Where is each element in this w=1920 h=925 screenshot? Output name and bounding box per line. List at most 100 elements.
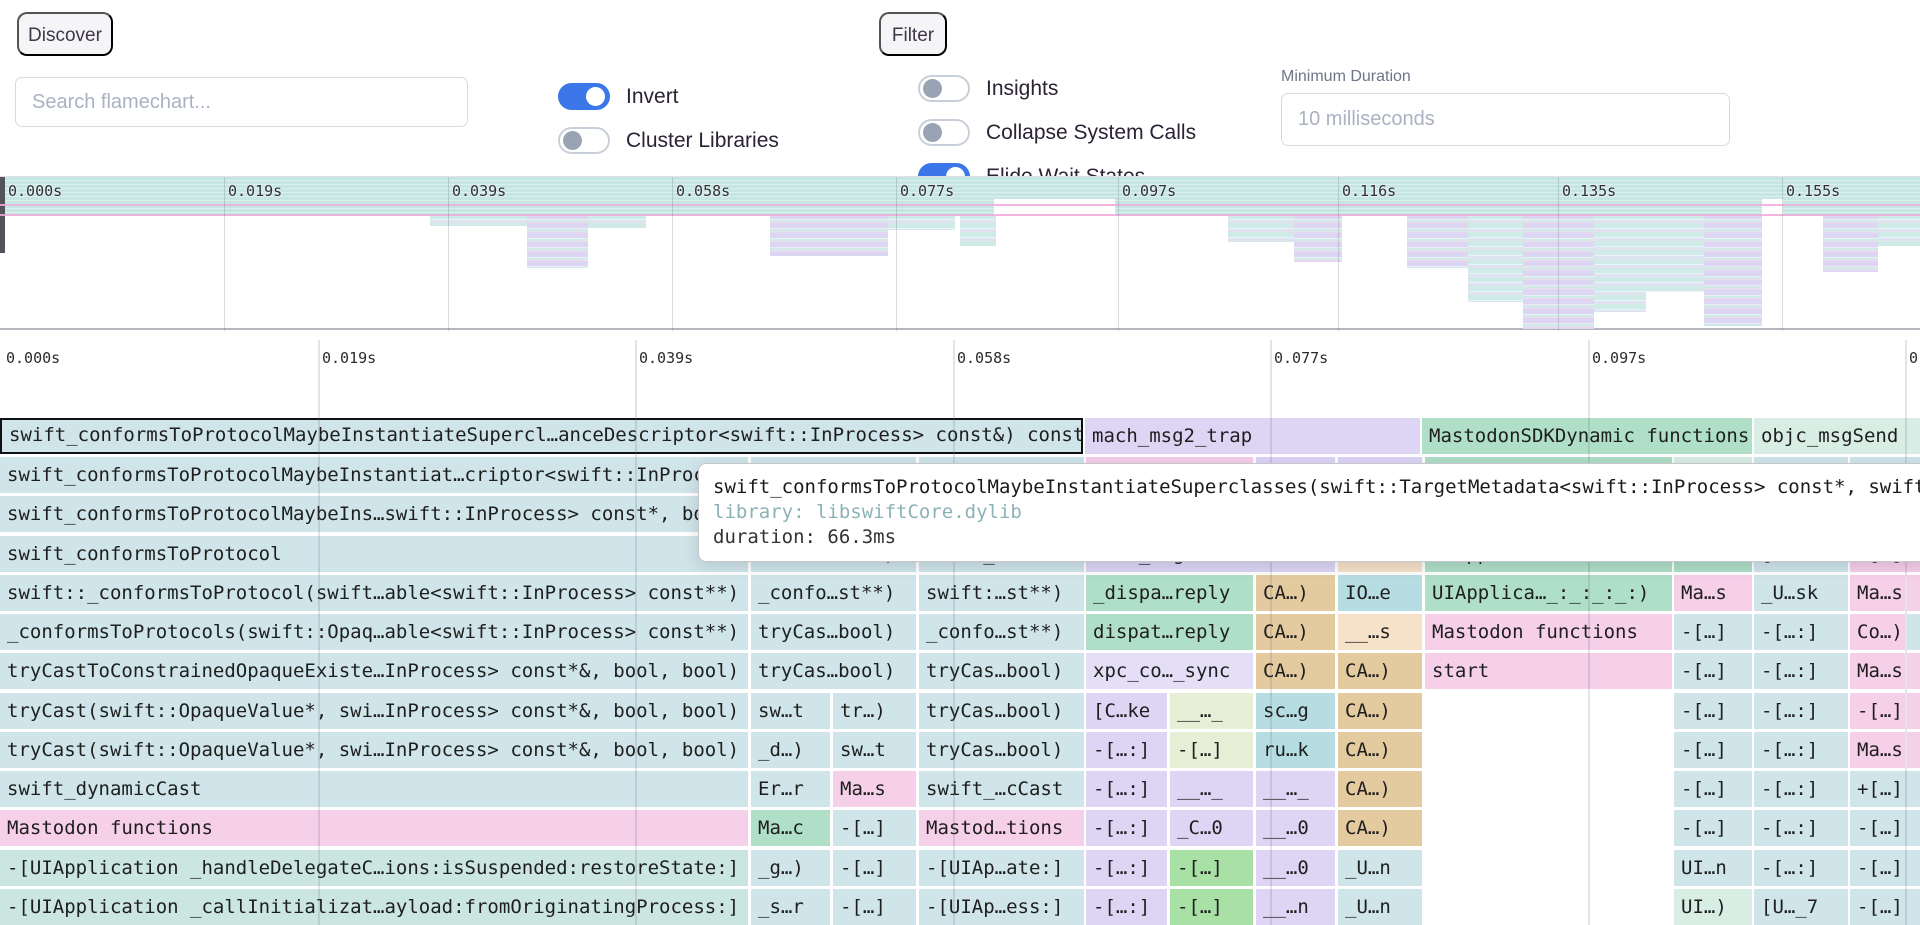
flame-block[interactable]	[1907, 575, 1920, 611]
flame-block[interactable]: mach_msg2_trap	[1085, 418, 1420, 454]
filter-button[interactable]: Filter	[879, 12, 947, 56]
flame-block[interactable]: swift_…cCast	[919, 771, 1084, 807]
flame-block[interactable]: __…_	[1256, 771, 1335, 807]
flame-block-selected[interactable]: swift_conformsToProtocolMaybeInstantiate…	[0, 418, 1083, 454]
flame-block[interactable]: -[UIAp…ess:]	[919, 889, 1084, 925]
invert-toggle[interactable]	[558, 83, 610, 110]
flame-block[interactable]: CA…)	[1256, 575, 1335, 611]
flame-block[interactable]: [C…ke	[1086, 693, 1167, 729]
flame-block[interactable]: [U…_7	[1754, 889, 1848, 925]
flame-block[interactable]	[1907, 732, 1920, 768]
flame-block[interactable]: -[…:]	[1754, 850, 1848, 886]
flame-block[interactable]: UI…)	[1674, 889, 1752, 925]
minimum-duration-input[interactable]	[1281, 93, 1730, 146]
flame-block[interactable]: _s…r	[751, 889, 830, 925]
flame-block[interactable]: Ma…s	[1850, 653, 1905, 689]
flame-block[interactable]: -[…:]	[1754, 614, 1848, 650]
flame-block[interactable]: CA…)	[1338, 653, 1422, 689]
flame-block[interactable]: CA…)	[1256, 653, 1335, 689]
flame-block[interactable]: __…s	[1338, 614, 1422, 650]
flame-block[interactable]: swift_conformsToProtocol	[0, 536, 748, 572]
flame-block[interactable]: CA…)	[1338, 810, 1422, 846]
flame-block[interactable]: swift::_conformsToProtocol(swift…able<sw…	[0, 575, 748, 611]
flame-block[interactable]: -[…]	[1170, 850, 1253, 886]
flame-block[interactable]: objc_msgSend	[1754, 418, 1920, 454]
insights-toggle[interactable]	[918, 75, 970, 102]
flame-block[interactable]: tryCas…bool)	[919, 732, 1084, 768]
flame-block[interactable]	[1907, 653, 1920, 689]
flame-block[interactable]: swift:…st**)	[919, 575, 1084, 611]
flame-block[interactable]: tryCas…bool)	[919, 653, 1084, 689]
flame-block[interactable]: Ma…s	[1850, 575, 1905, 611]
flame-block[interactable]: -[UIAp…ate:]	[919, 850, 1084, 886]
flame-block[interactable]: _U…sk	[1754, 575, 1848, 611]
flame-block[interactable]: __…0	[1256, 850, 1335, 886]
flame-block[interactable]: Ma…s	[833, 771, 916, 807]
flame-block[interactable]: Mastodon functions	[0, 810, 748, 846]
flame-block[interactable]: tryCas…bool)	[751, 614, 916, 650]
flame-block[interactable]: _dispa…reply	[1086, 575, 1253, 611]
minimap[interactable]: 0.000s0.019s0.039s0.058s0.077s0.097s0.11…	[0, 176, 1920, 330]
flame-block[interactable]: CA…)	[1338, 732, 1422, 768]
flame-block[interactable]: __…_	[1170, 693, 1253, 729]
flame-block[interactable]: -[…:]	[1754, 732, 1848, 768]
cluster-libraries-toggle[interactable]	[558, 127, 610, 154]
flame-block[interactable]: -[…]	[1674, 810, 1752, 846]
flame-block[interactable]: -[…]	[1674, 693, 1752, 729]
flame-block[interactable]: -[…]	[1850, 810, 1920, 846]
flame-block[interactable]: -[…]	[833, 810, 916, 846]
flame-block[interactable]: -[…]	[1674, 653, 1752, 689]
flame-block[interactable]: tr…)	[833, 693, 916, 729]
flame-block[interactable]: _U…n	[1338, 850, 1422, 886]
flame-block[interactable]: -[UIApplication _callInitializat…ayload:…	[0, 889, 748, 925]
flame-block[interactable]: -[…]	[833, 850, 916, 886]
flame-block[interactable]: _confo…st**)	[919, 614, 1084, 650]
flame-block[interactable]: -[…:]	[1086, 810, 1167, 846]
flame-block[interactable]: xpc_co…_sync	[1086, 653, 1253, 689]
flame-block[interactable]: ru…k	[1256, 732, 1335, 768]
flame-block[interactable]: tryCastToConstrainedOpaqueExiste…InProce…	[0, 653, 748, 689]
flame-block[interactable]: sw…t	[833, 732, 916, 768]
flame-block[interactable]: tryCast(swift::OpaqueValue*, swi…InProce…	[0, 693, 748, 729]
flame-block[interactable]: -[…:]	[1086, 771, 1167, 807]
collapse-system-calls-toggle[interactable]	[918, 119, 970, 146]
flame-block[interactable]: MastodonSDKDynamic functions	[1422, 418, 1752, 454]
flame-block[interactable]	[1907, 693, 1920, 729]
flame-block[interactable]: -[…]	[1674, 614, 1752, 650]
flame-block[interactable]: CA…)	[1338, 771, 1422, 807]
flame-block[interactable]: -[…]	[833, 889, 916, 925]
flame-block[interactable]: Ma…s	[1850, 732, 1905, 768]
flame-block[interactable]: -[…:]	[1754, 653, 1848, 689]
flame-block[interactable]: -[…:]	[1086, 732, 1167, 768]
flame-block[interactable]: -[…]	[1170, 732, 1253, 768]
flame-block[interactable]: _g…)	[751, 850, 830, 886]
flame-block[interactable]: dispat…reply	[1086, 614, 1253, 650]
flame-block[interactable]: Ma…c	[751, 810, 830, 846]
flame-block[interactable]: -[…]	[1850, 889, 1920, 925]
flame-block[interactable]: start	[1425, 653, 1672, 689]
flame-block[interactable]: -[…]	[1674, 732, 1752, 768]
flame-block[interactable]: _confo…st**)	[751, 575, 916, 611]
flame-block[interactable]: -[…]	[1674, 771, 1752, 807]
flame-block[interactable]: -[…:]	[1754, 810, 1848, 846]
flame-block[interactable]: sw…t	[751, 693, 830, 729]
flame-block[interactable]: UIApplica…_:_:_:_:)	[1425, 575, 1672, 611]
flame-block[interactable]: UI…n	[1674, 850, 1752, 886]
flame-block[interactable]: -[…]	[1850, 693, 1905, 729]
flame-block[interactable]: swift_conformsToProtocolMaybeInstantiat……	[0, 457, 748, 493]
flame-block[interactable]: tryCas…bool)	[919, 693, 1084, 729]
flame-block[interactable]: _U…n	[1338, 889, 1422, 925]
flame-block[interactable]: _C…0	[1170, 810, 1253, 846]
flame-block[interactable]: Er…r	[751, 771, 830, 807]
flame-block[interactable]: +[…]	[1850, 771, 1920, 807]
flame-block[interactable]: -[UIApplication _handleDelegateC…ions:is…	[0, 850, 748, 886]
flame-block[interactable]: Ma…s	[1674, 575, 1752, 611]
flame-block[interactable]: Mastodon functions	[1425, 614, 1672, 650]
flame-block[interactable]: _d…)	[751, 732, 830, 768]
flame-block[interactable]: swift_conformsToProtocolMaybeIns…swift::…	[0, 496, 748, 532]
flame-block[interactable]: -[…:]	[1086, 850, 1167, 886]
flame-block[interactable]: __…_	[1170, 771, 1253, 807]
flame-block[interactable]: sc…g	[1256, 693, 1335, 729]
flame-block[interactable]: swift_dynamicCast	[0, 771, 748, 807]
flame-block[interactable]: IO…e	[1338, 575, 1422, 611]
